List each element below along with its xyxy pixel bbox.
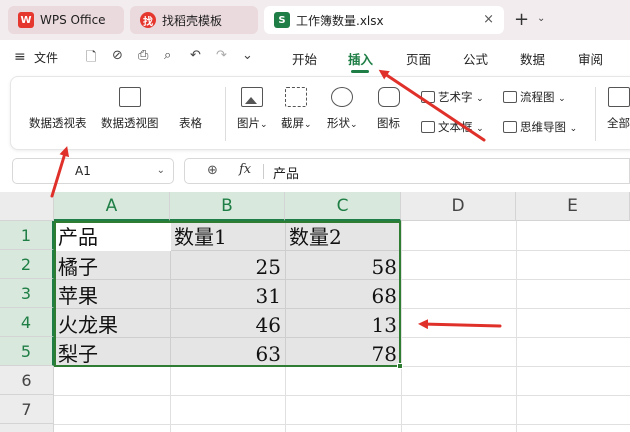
column-header-b[interactable]: B xyxy=(170,192,285,221)
menu-review[interactable]: 审阅 xyxy=(578,49,603,68)
pivot-chart-icon xyxy=(118,87,141,107)
shape-icon xyxy=(331,87,354,107)
tab-workbook[interactable]: S 工作簿数量.xlsx × xyxy=(264,6,504,34)
tab-label: 找稻壳模板 xyxy=(162,13,223,28)
menu-file[interactable]: 文件 xyxy=(34,49,58,66)
mindmap-icon xyxy=(503,121,517,133)
tab-bar: W WPS Office 找 找稻壳模板 S 工作簿数量.xlsx × + ⌄ xyxy=(0,0,630,40)
mindmap-button[interactable]: 思维导图 ⌄ xyxy=(503,119,577,135)
cell-b4[interactable]: 46 xyxy=(170,311,285,339)
menu-home[interactable]: 开始 xyxy=(292,49,317,68)
chevron-down-icon[interactable]: ⌄ xyxy=(157,165,165,176)
tab-wps-office[interactable]: W WPS Office xyxy=(8,6,124,34)
scissors-icon xyxy=(285,87,308,107)
cell-b2[interactable]: 25 xyxy=(170,253,285,281)
tab-label: 工作簿数量.xlsx xyxy=(296,13,384,28)
flowchart-button[interactable]: 流程图 ⌄ xyxy=(503,89,566,105)
formula-bar[interactable]: ⊕ fx 产品 xyxy=(184,158,630,184)
redo-icon[interactable]: ↷ xyxy=(216,48,227,63)
column-header-c[interactable]: C xyxy=(285,192,401,221)
icons-icon xyxy=(377,87,400,107)
all-icon xyxy=(607,87,630,107)
shape-button[interactable]: 形状⌄ xyxy=(327,87,358,131)
formula-input[interactable]: 产品 xyxy=(273,163,299,182)
wordart-icon xyxy=(421,91,435,103)
save-icon[interactable]: 🗋 xyxy=(86,48,96,70)
ribbon-divider xyxy=(225,87,226,141)
chevron-down-icon[interactable]: ⌄ xyxy=(537,13,545,24)
icon-button[interactable]: 图标 xyxy=(377,87,400,131)
wps-logo-icon: W xyxy=(18,12,34,28)
pivot-table-button[interactable]: 数据透视表 xyxy=(29,87,87,299)
docer-logo-icon: 找 xyxy=(140,12,156,28)
menu-insert[interactable]: 插入 xyxy=(348,49,373,68)
cell-c1[interactable]: 数量2 xyxy=(285,223,401,251)
ribbon: 数据透视表 数据透视图 表格 图片⌄ 截屏⌄ 形状⌄ 图标 艺术字 ⌄ 文本框 … xyxy=(10,76,630,299)
cell-b5[interactable]: 63 xyxy=(170,340,285,368)
flowchart-icon xyxy=(503,91,517,103)
picture-button[interactable]: 图片⌄ xyxy=(237,87,268,131)
all-button[interactable]: 全部 xyxy=(607,87,630,131)
row-header-4[interactable]: 4 xyxy=(0,308,54,337)
cell-b1[interactable]: 数量1 xyxy=(170,223,285,251)
screenshot-button[interactable]: 截屏⌄ xyxy=(281,87,312,131)
menu-formula[interactable]: 公式 xyxy=(463,49,488,68)
cell-b3[interactable]: 31 xyxy=(170,282,285,310)
row-header-6[interactable]: 6 xyxy=(0,366,54,395)
cell-a1[interactable]: 产品 xyxy=(54,223,170,251)
cell-a4[interactable]: 火龙果 xyxy=(54,311,170,339)
pivot-chart-button[interactable]: 数据透视图 xyxy=(101,87,159,131)
menu-page[interactable]: 页面 xyxy=(406,49,431,68)
fx-icon[interactable]: fx xyxy=(239,162,251,177)
menu-data[interactable]: 数据 xyxy=(520,49,545,68)
undo-icon[interactable]: ↶ xyxy=(190,48,201,63)
column-header-a[interactable]: A xyxy=(54,192,170,221)
wordart-button[interactable]: 艺术字 ⌄ xyxy=(421,89,484,105)
menu-bar: ≡ 文件 🗋 ⊘ ⎙ ⌕ ↶ ↷ ⌄ 开始 插入 页面 公式 数据 审阅 xyxy=(0,40,630,74)
close-icon[interactable]: × xyxy=(483,12,494,27)
textbox-button[interactable]: 文本框 ⌄ xyxy=(421,119,484,135)
new-tab-icon[interactable]: + xyxy=(514,9,529,30)
column-header-e[interactable]: E xyxy=(516,192,630,221)
tab-template[interactable]: 找 找稻壳模板 xyxy=(130,6,258,34)
cell-c5[interactable]: 78 xyxy=(285,340,401,368)
column-header-d[interactable]: D xyxy=(401,192,516,221)
row-header-7[interactable]: 7 xyxy=(0,395,54,424)
row-header-1[interactable]: 1 xyxy=(0,221,54,250)
row-header-2[interactable]: 2 xyxy=(0,250,54,279)
zoom-icon[interactable]: ⊕ xyxy=(207,163,218,178)
row-header-3[interactable]: 3 xyxy=(0,279,54,308)
print-preview-icon[interactable]: ⌕ xyxy=(164,48,171,63)
cell-a3[interactable]: 苹果 xyxy=(54,282,170,310)
table-button[interactable]: 表格 xyxy=(179,87,202,299)
sheet-logo-icon: S xyxy=(274,12,290,28)
name-box[interactable]: A1 ⌄ xyxy=(12,158,174,184)
row-header-5[interactable]: 5 xyxy=(0,337,54,366)
row-header-8[interactable]: 8 xyxy=(0,424,54,432)
hamburger-icon[interactable]: ≡ xyxy=(14,49,26,65)
cell-c4[interactable]: 13 xyxy=(285,311,401,339)
active-tab-indicator xyxy=(351,70,369,73)
print-icon[interactable]: ⎙ xyxy=(138,48,148,63)
tab-label: WPS Office xyxy=(40,13,106,27)
cell-c3[interactable]: 68 xyxy=(285,282,401,310)
cell-reference: A1 xyxy=(75,164,91,178)
select-all-corner[interactable] xyxy=(0,192,54,221)
cell-a2[interactable]: 橘子 xyxy=(54,253,170,281)
ribbon-divider xyxy=(595,87,596,141)
link-icon[interactable]: ⊘ xyxy=(112,48,123,63)
textbox-icon xyxy=(421,121,435,133)
formula-divider xyxy=(263,164,264,179)
cell-c2[interactable]: 58 xyxy=(285,253,401,281)
picture-icon xyxy=(241,87,264,107)
cell-a5[interactable]: 梨子 xyxy=(54,340,170,368)
chevron-down-icon[interactable]: ⌄ xyxy=(242,48,253,63)
